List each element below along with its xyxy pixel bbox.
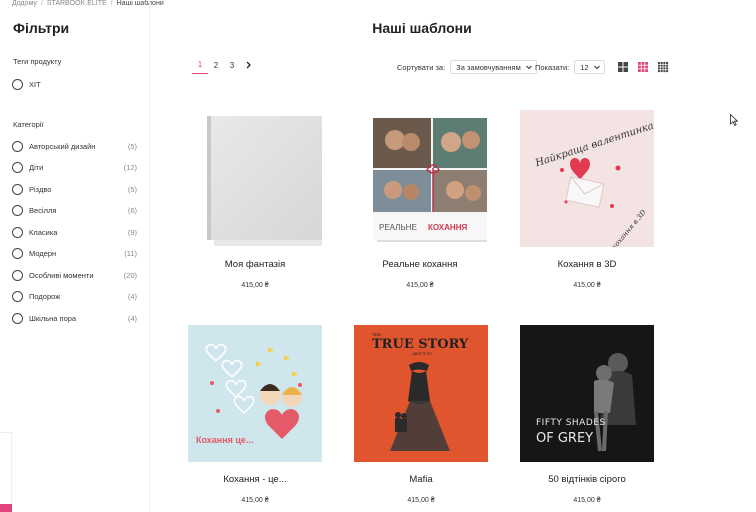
radio-button[interactable] bbox=[12, 312, 23, 324]
per-page-value: 12 bbox=[580, 62, 589, 72]
category-filter-wedding[interactable]: Весілля (6) bbox=[12, 204, 137, 218]
filters-sidebar: Фільтри Теги продукту ХІТ Категорії Авто… bbox=[0, 0, 150, 512]
page-link-3[interactable]: 3 bbox=[224, 61, 240, 74]
category-label: Класика bbox=[29, 227, 58, 237]
grid-3x3-icon[interactable] bbox=[637, 61, 649, 73]
mouse-cursor-icon bbox=[730, 114, 738, 126]
sort-select[interactable]: За замовчуванням bbox=[450, 60, 537, 74]
product-name[interactable]: 50 відтінків сірого bbox=[507, 474, 667, 485]
chevron-down-icon bbox=[525, 65, 532, 70]
side-widget-accent bbox=[0, 504, 12, 512]
category-count: (12) bbox=[123, 163, 137, 172]
category-label: Різдво bbox=[29, 184, 52, 194]
category-filter-kids[interactable]: Діти (12) bbox=[12, 161, 137, 175]
cover-text: ABOUT US bbox=[411, 352, 432, 356]
product-price: 415,00 ₴ bbox=[573, 497, 601, 504]
cover-text: РЕАЛЬНЕ bbox=[379, 223, 417, 232]
category-count: (6) bbox=[127, 206, 137, 215]
category-count: (9) bbox=[127, 227, 137, 237]
product-name[interactable]: Кохання - це... bbox=[175, 474, 335, 485]
category-filter-author-design[interactable]: Авторський дизайн (5) bbox=[12, 139, 137, 153]
product-name[interactable]: Кохання в 3D bbox=[507, 259, 667, 270]
sort-label: Сортувати за: bbox=[397, 62, 446, 72]
radio-button[interactable] bbox=[12, 183, 23, 195]
pagination: 1 2 3 bbox=[192, 60, 256, 74]
product-price: 415,00 ₴ bbox=[407, 497, 435, 504]
category-label: Весілля bbox=[29, 206, 57, 215]
product-image[interactable] bbox=[188, 110, 322, 247]
tags-section-label: Теги продукту bbox=[13, 57, 62, 66]
cover-text: OF GREY bbox=[536, 431, 593, 446]
sort-control: Сортувати за: За замовчуванням bbox=[397, 60, 537, 74]
category-count: (4) bbox=[127, 292, 137, 301]
category-count: (11) bbox=[124, 249, 137, 258]
product-price: 415,00 ₴ bbox=[241, 497, 269, 504]
grid-2x2-icon[interactable] bbox=[617, 61, 629, 73]
radio-button[interactable] bbox=[12, 78, 23, 90]
per-page-control: Показати: 12 bbox=[535, 60, 605, 74]
category-filter-classic[interactable]: Класика (9) bbox=[12, 225, 137, 239]
product-image[interactable]: FIFTY SHADES OF GREY bbox=[520, 325, 654, 462]
category-label: Подорож bbox=[29, 292, 61, 301]
category-count: (5) bbox=[127, 141, 137, 151]
radio-button[interactable] bbox=[12, 162, 23, 173]
product-name[interactable]: Mafia bbox=[341, 474, 501, 485]
radio-button[interactable] bbox=[12, 226, 23, 238]
product-price: 415,00 ₴ bbox=[573, 282, 601, 289]
tag-label: ХІТ bbox=[29, 79, 41, 89]
category-filter-christmas[interactable]: Різдво (5) bbox=[12, 182, 137, 196]
category-filter-special-moments[interactable]: Особливі моменти (20) bbox=[12, 268, 137, 282]
category-label: Модерн bbox=[29, 249, 57, 258]
sort-select-value: За замовчуванням bbox=[456, 62, 521, 72]
category-filter-school[interactable]: Шкільна пора (4) bbox=[12, 311, 137, 325]
category-filter-travel[interactable]: Подорож (4) bbox=[12, 290, 137, 304]
category-label: Особливі моменти bbox=[29, 270, 94, 280]
side-widget-tab[interactable] bbox=[0, 432, 12, 512]
category-label: Авторський дизайн bbox=[29, 141, 96, 151]
product-name[interactable]: Реальне кохання bbox=[340, 259, 500, 270]
cover-text: КОХАННЯ bbox=[428, 223, 467, 232]
category-count: (20) bbox=[123, 270, 137, 280]
radio-button[interactable] bbox=[12, 140, 23, 152]
grid-4x4-icon[interactable] bbox=[657, 61, 669, 73]
next-page-icon[interactable] bbox=[240, 59, 256, 71]
radio-button[interactable] bbox=[12, 248, 23, 259]
category-label: Діти bbox=[29, 163, 44, 172]
cover-text: TRUE STORY bbox=[372, 337, 469, 352]
radio-button[interactable] bbox=[12, 205, 23, 216]
product-image[interactable]: Кохання це... bbox=[188, 325, 322, 462]
page-link-2[interactable]: 2 bbox=[208, 61, 224, 74]
category-filter-modern[interactable]: Модерн (11) bbox=[12, 247, 137, 261]
filters-title: Фільтри bbox=[13, 20, 70, 36]
product-image[interactable]: РЕАЛЬНЕ КОХАННЯ bbox=[353, 110, 487, 247]
cover-text: Кохання це... bbox=[196, 435, 253, 445]
product-image[interactable]: Найкраща валентинка кохання в 3D bbox=[520, 110, 654, 247]
page-title: Наші шаблони bbox=[372, 20, 472, 36]
category-label: Шкільна пора bbox=[29, 313, 77, 323]
grid-view-switcher bbox=[617, 61, 669, 73]
product-image[interactable]: THE TRUE STORY ABOUT US bbox=[354, 325, 488, 462]
chevron-down-icon bbox=[593, 65, 600, 70]
per-page-label: Показати: bbox=[535, 62, 570, 72]
radio-button[interactable] bbox=[12, 269, 23, 281]
product-price: 415,00 ₴ bbox=[241, 282, 269, 289]
product-name[interactable]: Моя фантазія bbox=[175, 259, 335, 270]
category-count: (4) bbox=[127, 313, 137, 323]
category-count: (5) bbox=[127, 184, 137, 194]
categories-section-label: Категорії bbox=[13, 120, 44, 129]
per-page-select[interactable]: 12 bbox=[574, 60, 605, 74]
radio-button[interactable] bbox=[12, 291, 23, 302]
product-price: 415,00 ₴ bbox=[406, 282, 434, 289]
page-link-1[interactable]: 1 bbox=[192, 60, 208, 74]
cover-text: FIFTY SHADES bbox=[536, 418, 606, 428]
tag-filter-hit[interactable]: ХІТ bbox=[12, 77, 137, 91]
